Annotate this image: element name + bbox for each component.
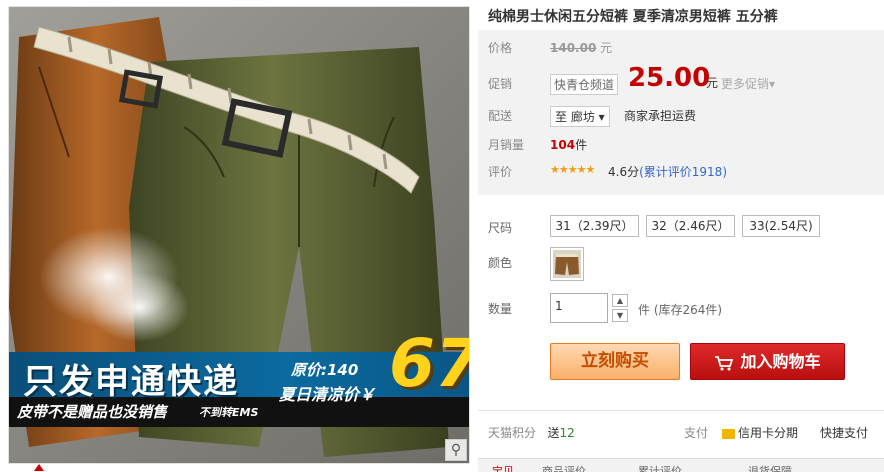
color-option-swatch[interactable] bbox=[550, 247, 584, 281]
banner-sale-price: 67 bbox=[389, 325, 469, 402]
promo-label: 促销 bbox=[488, 77, 513, 91]
banner-ems-note: 不到转EMS bbox=[199, 406, 259, 419]
price-label: 价格 bbox=[488, 41, 513, 55]
monthly-sales-unit: 件 bbox=[575, 138, 588, 152]
quick-pay[interactable]: 快捷支付 bbox=[820, 424, 868, 441]
credit-card-icon bbox=[722, 428, 735, 439]
rating-score-value: 4.6分 bbox=[608, 165, 640, 179]
original-price-value: 140.00 bbox=[550, 41, 597, 55]
tab-cumulative-reviews[interactable]: 累计评价 bbox=[638, 463, 682, 472]
size-label: 尺码 bbox=[488, 221, 513, 235]
payment-label: 支付 bbox=[684, 424, 708, 441]
points-label: 天猫积分 bbox=[488, 426, 537, 440]
buy-now-button[interactable]: 立刻购买 bbox=[550, 343, 680, 380]
product-title: 纯棉男士休闲五分短裤 夏季清凉男短裤 五分裤 bbox=[488, 9, 778, 25]
rating-score: 4.6分(累计评价1918) bbox=[608, 163, 727, 180]
more-promotions-link[interactable]: 更多促销▾ bbox=[721, 75, 775, 92]
review-count-value: 1918 bbox=[691, 165, 723, 179]
banner-belt-note: 皮带不是赠品也没销售 bbox=[17, 403, 168, 421]
banner-sale-label: 夏日清凉价￥ bbox=[279, 385, 376, 404]
stock-info: 件 (库存264件) bbox=[638, 303, 723, 317]
size-option-32[interactable]: 32（2.46尺） bbox=[646, 215, 735, 237]
shipping-note: 商家承担运费 bbox=[624, 109, 697, 123]
zoom-icon[interactable]: ⚲ bbox=[445, 439, 467, 461]
current-price-unit: 元 bbox=[706, 76, 719, 90]
tab-reviews[interactable]: 商品评价 bbox=[542, 463, 586, 472]
quantity-decrease-button[interactable]: ▼ bbox=[612, 309, 628, 322]
monthly-sales-count: 104 bbox=[550, 138, 576, 152]
detail-tabs: 宝贝 商品评价 累计评价 退货保障 bbox=[478, 458, 884, 472]
size-option-33[interactable]: 33(2.54尺) bbox=[742, 215, 820, 237]
original-price-unit: 元 bbox=[600, 41, 613, 55]
rating-stars-icon: ★★★★★ bbox=[550, 163, 595, 176]
color-label: 颜色 bbox=[488, 256, 513, 270]
original-price: 140.00 元 bbox=[550, 39, 612, 56]
current-price: 25.00 bbox=[628, 63, 711, 93]
quantity-increase-button[interactable]: ▲ bbox=[612, 294, 628, 307]
tab-detail[interactable]: 宝贝 bbox=[492, 463, 514, 472]
monthly-sales-label: 月销量 bbox=[488, 138, 525, 152]
size-option-31[interactable]: 31（2.39尺） bbox=[550, 215, 639, 237]
promo-channel-tag[interactable]: 快青仓频道 bbox=[550, 74, 619, 95]
sku-selection: 尺码 31（2.39尺） 32（2.46尺） 33(2.54尺) 颜色 数量 1… bbox=[478, 200, 884, 393]
review-count-link[interactable]: (累计评价1918) bbox=[639, 165, 727, 179]
add-to-cart-label: 加入购物车 bbox=[740, 352, 821, 371]
monthly-sales: 104件 bbox=[550, 136, 587, 153]
product-image[interactable]: 只发申通快递 原价:140 夏日清凉价￥ 67 皮带不是赠品也没销售 不到转EM… bbox=[8, 6, 470, 464]
tab-return-guarantee[interactable]: 退货保障 bbox=[748, 463, 792, 472]
price-info-panel: 价格 140.00 元 促销 快青仓频道 25.00 元 更多促销▾ 配送 至 … bbox=[478, 30, 884, 195]
shipping-label: 配送 bbox=[488, 109, 513, 123]
points-prefix: 送 bbox=[547, 426, 560, 440]
shorts-thumbnail-icon bbox=[553, 250, 581, 278]
credit-installment-label: 信用卡分期 bbox=[738, 426, 799, 440]
banner-title: 只发申通快递 bbox=[23, 362, 239, 402]
payment-label-text: 支付 bbox=[684, 426, 709, 440]
quantity-label: 数量 bbox=[488, 302, 513, 316]
rating-label: 评价 bbox=[488, 165, 513, 179]
banner-original-price: 原价:140 bbox=[291, 361, 359, 379]
cart-icon bbox=[715, 355, 734, 370]
credit-installment[interactable]: 信用卡分期 bbox=[722, 424, 798, 441]
points-value: 12 bbox=[559, 426, 575, 440]
tmall-points: 天猫积分 送12 bbox=[488, 424, 575, 441]
review-count-prefix: (累计评价 bbox=[639, 165, 692, 179]
shipping-destination-select[interactable]: 至 廊坊 ▾ bbox=[550, 106, 610, 127]
divider bbox=[478, 410, 884, 411]
add-to-cart-button[interactable]: 加入购物车 bbox=[690, 343, 845, 380]
review-count-suffix: ) bbox=[722, 165, 728, 179]
thumbnail-arrow-icon bbox=[34, 464, 44, 471]
quantity-input[interactable]: 1 bbox=[550, 293, 608, 323]
